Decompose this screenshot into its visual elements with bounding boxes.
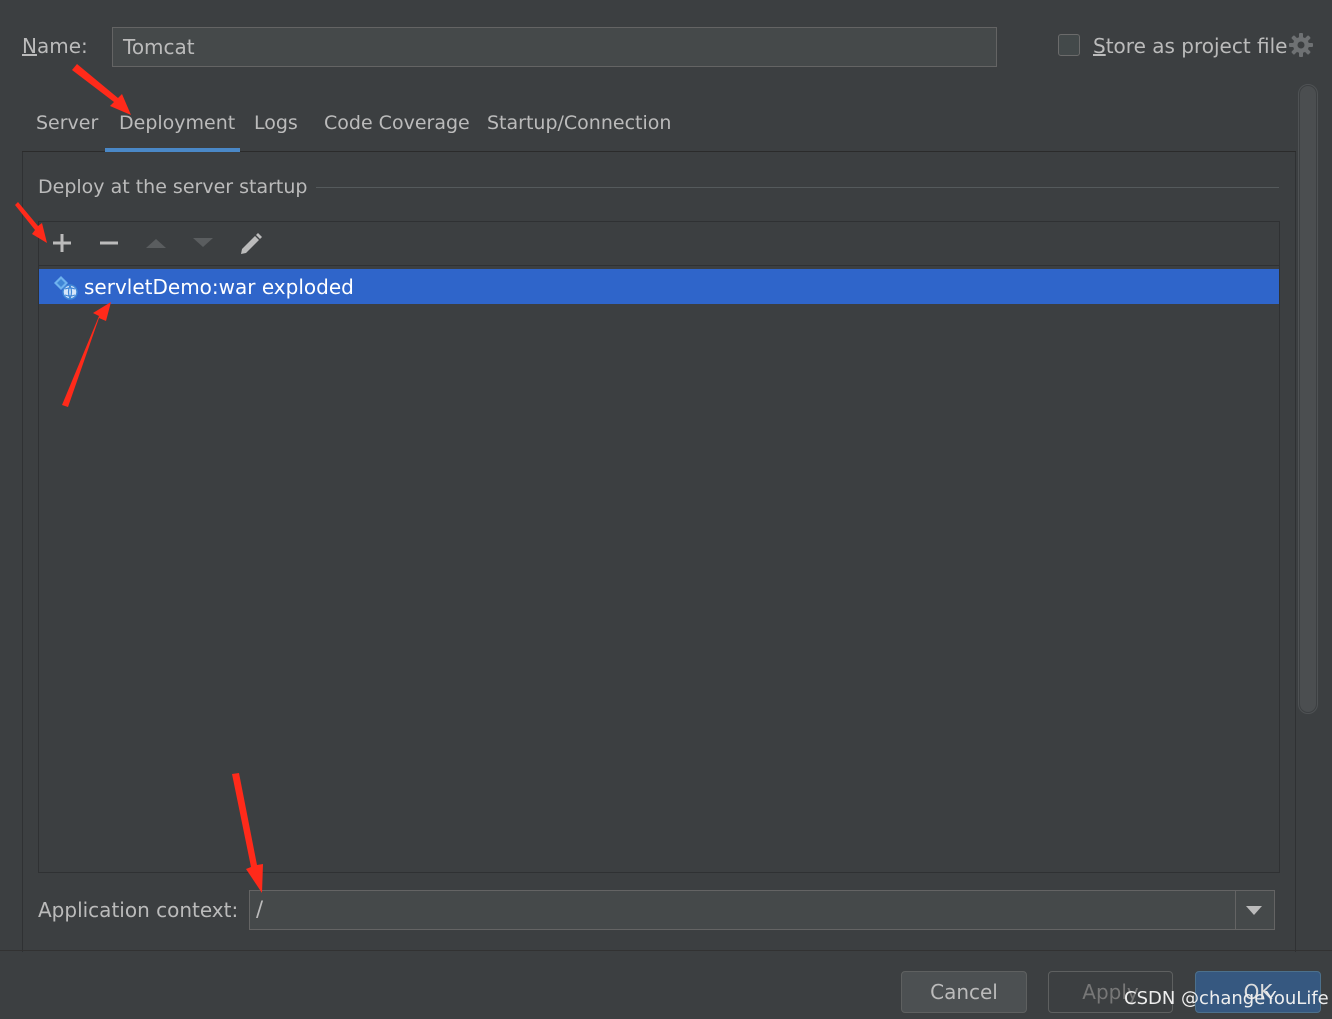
section-divider <box>316 187 1279 188</box>
scrollbar-thumb[interactable] <box>1300 86 1316 712</box>
minus-icon[interactable] <box>94 229 124 257</box>
name-label: Name: <box>22 34 88 58</box>
tab-logs[interactable]: Logs <box>254 112 298 134</box>
tab-startup-connection[interactable]: Startup/Connection <box>487 112 671 134</box>
application-context-value[interactable]: / <box>256 897 263 921</box>
store-as-project-file-checkbox[interactable] <box>1058 34 1080 56</box>
chevron-down-icon[interactable] <box>1246 906 1262 915</box>
artifact-list <box>38 221 1280 873</box>
tab-server[interactable]: Server <box>36 112 98 134</box>
tab-code-coverage[interactable]: Code Coverage <box>324 112 470 134</box>
section-title: Deploy at the server startup <box>38 176 308 198</box>
store-as-project-file-label[interactable]: Store as project file <box>1093 34 1288 58</box>
plus-icon[interactable] <box>47 229 77 257</box>
combobox-divider <box>1235 891 1236 929</box>
artifact-label: servletDemo:war exploded <box>84 275 354 299</box>
application-context-combobox[interactable] <box>249 890 1275 930</box>
name-input[interactable]: Tomcat <box>112 27 997 67</box>
footer-divider <box>0 950 1332 951</box>
tab-deployment[interactable]: Deployment <box>119 112 235 134</box>
cancel-button[interactable]: Cancel <box>901 971 1027 1013</box>
watermark: CSDN @changeYouLife <box>1124 988 1329 1009</box>
artifact-icon <box>54 276 78 300</box>
arrow-up-icon[interactable] <box>141 229 171 257</box>
gear-icon[interactable] <box>1288 32 1314 58</box>
pencil-icon[interactable] <box>236 229 266 257</box>
application-context-label: Application context: <box>38 898 239 922</box>
arrow-down-icon[interactable] <box>188 229 218 257</box>
toolbar-divider <box>39 265 1279 266</box>
annotation-arrow <box>72 64 131 115</box>
